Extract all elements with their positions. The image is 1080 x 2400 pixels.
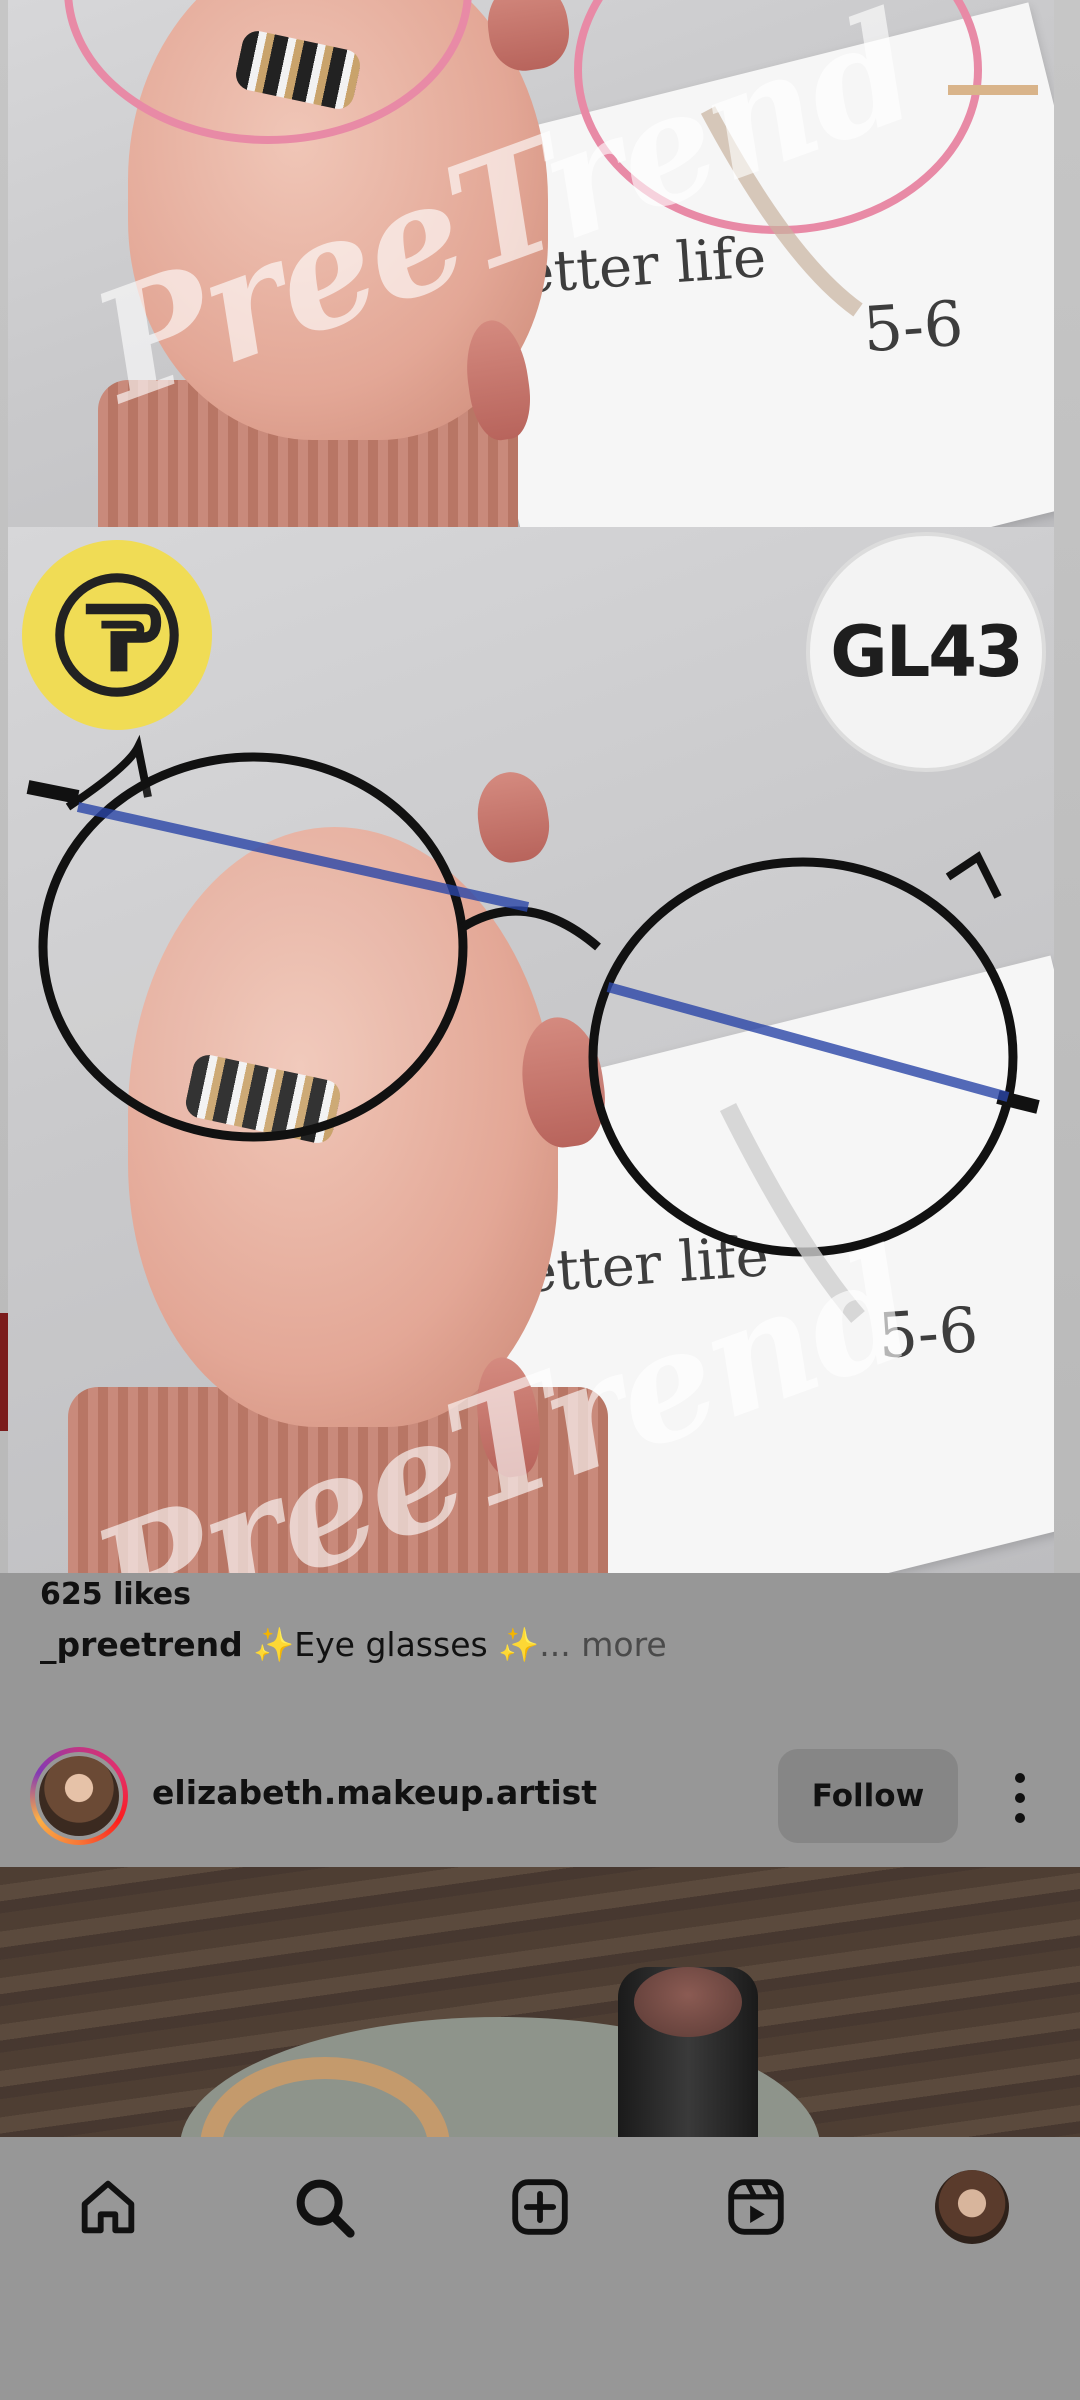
next-post-image[interactable] — [0, 1867, 1080, 2137]
image-panel-top: etter life 5-6 PreeTrend — [8, 0, 1054, 527]
create-icon — [512, 2179, 568, 2235]
dot — [1015, 1773, 1025, 1783]
post-header: elizabeth.makeup.artist Follow — [0, 1735, 1080, 1865]
product-code-badge: GL43 — [806, 532, 1046, 772]
dot — [1015, 1793, 1025, 1803]
post-username[interactable]: elizabeth.makeup.artist — [152, 1773, 597, 1812]
image-edge-right — [1054, 0, 1080, 1573]
system-navigation-area — [0, 2277, 1080, 2400]
nav-create[interactable] — [498, 2165, 582, 2249]
home-icon — [81, 2180, 135, 2234]
caption-username[interactable]: _preetrend — [40, 1625, 243, 1664]
more-options-icon[interactable] — [995, 1763, 1045, 1833]
profile-avatar — [935, 2170, 1009, 2244]
nav-reels[interactable] — [714, 2165, 798, 2249]
bottom-nav — [0, 2137, 1080, 2277]
nav-profile[interactable] — [930, 2165, 1014, 2249]
likes-count[interactable]: 625 likes — [40, 1577, 191, 1612]
story-ring[interactable] — [30, 1747, 128, 1845]
caption-text: ✨Eye glasses ✨ — [242, 1625, 540, 1664]
nav-home[interactable] — [66, 2165, 150, 2249]
post-caption[interactable]: _preetrend ✨Eye glasses ✨... more — [40, 1625, 667, 1665]
search-icon — [296, 2179, 355, 2238]
avatar-border — [35, 1752, 123, 1840]
lipstick-tip — [634, 1967, 742, 2037]
follow-button[interactable]: Follow — [778, 1749, 958, 1843]
caption-more-link[interactable]: ... more — [539, 1625, 666, 1664]
nav-search[interactable] — [282, 2165, 366, 2249]
brand-logo-icon — [55, 573, 179, 697]
brand-logo-badge — [22, 540, 212, 730]
reels-icon — [728, 2179, 784, 2235]
image-edge-accent — [0, 1313, 8, 1431]
avatar — [39, 1756, 119, 1836]
dot — [1015, 1813, 1025, 1823]
post-image-zoomed[interactable]: etter life 5-6 PreeTrend etter life 5-6 — [0, 0, 1080, 1573]
